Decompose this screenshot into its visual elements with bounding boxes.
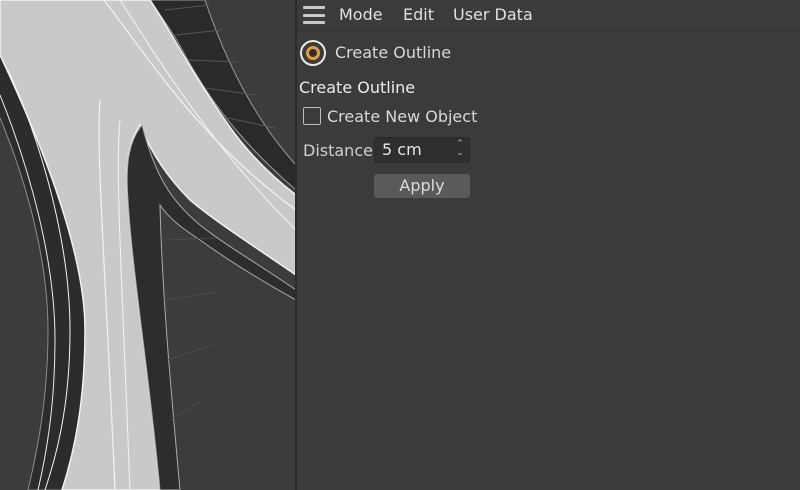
create-new-object-row: Create New Object <box>303 106 603 128</box>
tool-header: Create Outline <box>297 38 800 68</box>
hamburger-menu-icon[interactable] <box>303 6 325 24</box>
3d-viewport[interactable] <box>0 0 296 490</box>
distance-label: Distance <box>303 141 373 160</box>
menu-bar: Mode Edit User Data <box>297 0 800 31</box>
tool-title: Create Outline <box>335 43 452 62</box>
create-outline-tool-icon <box>300 40 326 66</box>
distance-input[interactable]: 5 cm ⌃ ⌄ <box>374 137 470 163</box>
create-new-object-label: Create New Object <box>327 107 478 126</box>
apply-button[interactable]: Apply <box>374 174 470 198</box>
create-new-object-checkbox[interactable] <box>303 107 321 125</box>
spinner-arrows-icon[interactable]: ⌃ ⌄ <box>455 140 465 160</box>
menu-mode[interactable]: Mode <box>339 5 383 25</box>
viewport-mesh-render <box>0 0 296 490</box>
attributes-panel: Mode Edit User Data Create Outline Creat… <box>297 0 800 490</box>
section-title: Create Outline <box>299 78 416 97</box>
menu-user-data[interactable]: User Data <box>453 5 533 25</box>
menu-edit[interactable]: Edit <box>403 5 434 25</box>
distance-value[interactable]: 5 cm <box>382 140 422 160</box>
